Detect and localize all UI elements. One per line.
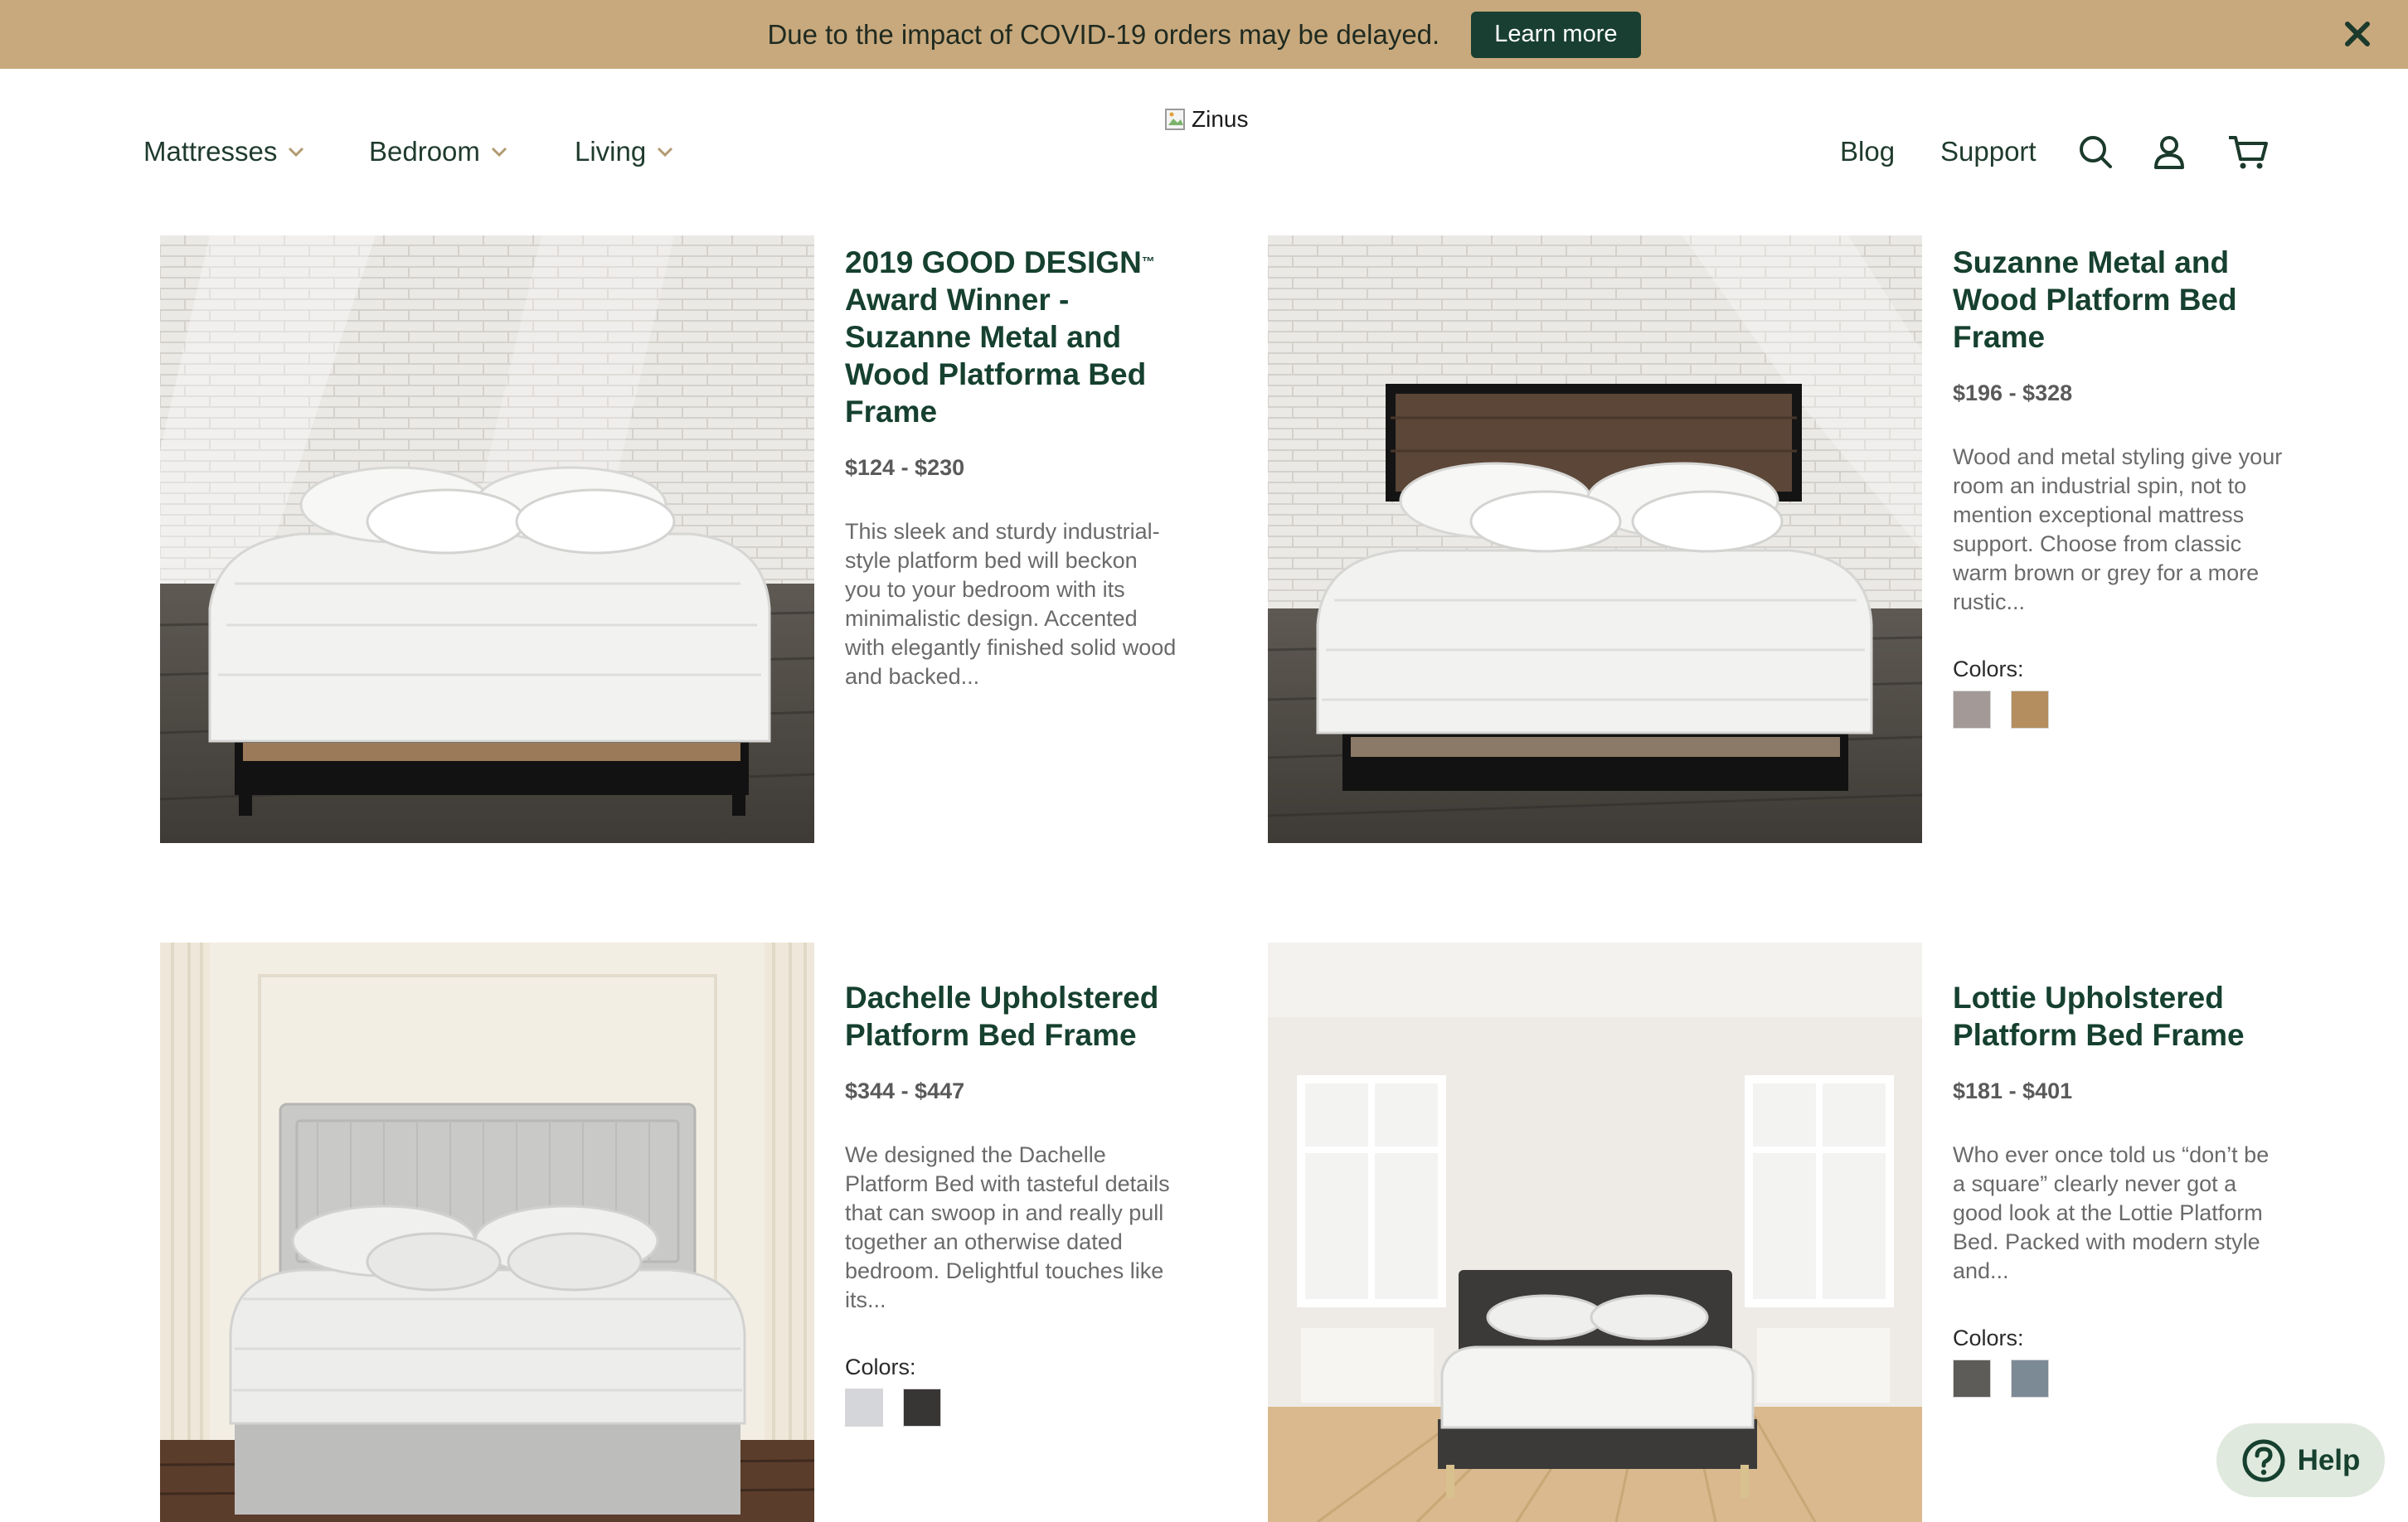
product-description: This sleek and sturdy industrial-style p… [845,519,1177,689]
colors-label: Colors: [1953,657,2024,681]
product-info: Suzanne Metal and Wood Platform Bed Fram… [1953,244,2284,729]
close-icon[interactable] [2340,17,2375,51]
color-swatches [845,1389,1177,1427]
colors-label: Colors: [1953,1326,2024,1350]
product-price: $124 - $230 [845,455,965,480]
broken-image-icon [1165,109,1185,130]
product-price: $196 - $328 [1953,380,2073,405]
chevron-down-icon [289,147,304,158]
product-title[interactable]: 2019 GOOD DESIGN™ Award Winner - Suzanne… [845,244,1177,430]
product-description: We designed the Dachelle Platform Bed wi… [845,1142,1170,1312]
product-title-rest: Award Winner - Suzanne Metal and Wood Pl… [845,283,1147,429]
product-image[interactable] [160,235,814,843]
support-link[interactable]: Support [1940,131,2037,172]
logo-alt-text: Zinus [1192,106,1249,132]
chevron-down-icon [658,147,673,158]
search-icon[interactable] [2076,133,2114,171]
announcement-message: Due to the impact of COVID-19 orders may… [767,18,1440,50]
trademark-mark: ™ [1141,255,1155,269]
chevron-down-icon [491,147,507,158]
help-button[interactable]: Help [2216,1423,2385,1497]
announcement-bar: Due to the impact of COVID-19 orders may… [0,0,2408,69]
site-header: Mattresses Bedroom Living Zinus Blog Sup… [0,69,2408,210]
color-swatch-dark-grey[interactable] [903,1389,941,1427]
product-image[interactable] [160,943,814,1522]
color-swatch-brown[interactable] [2011,691,2049,729]
product-title-lead: 2019 GOOD DESIGN [845,245,1142,279]
color-swatches [1953,1360,2284,1398]
product-title[interactable]: Dachelle Upholstered Platform Bed Frame [845,979,1177,1054]
product-image[interactable] [1268,943,1922,1522]
account-icon[interactable] [2150,133,2188,171]
nav-bedroom-label: Bedroom [369,136,480,167]
colors-label: Colors: [845,1355,916,1379]
cart-icon[interactable] [2227,133,2269,171]
product-info: Lottie Upholstered Platform Bed Frame $1… [1953,979,2284,1398]
nav-mattresses[interactable]: Mattresses [143,131,305,172]
blog-link[interactable]: Blog [1840,131,1895,172]
nav-living-label: Living [575,136,647,167]
product-price: $344 - $447 [845,1078,965,1103]
nav-living[interactable]: Living [575,131,674,172]
nav-mattresses-label: Mattresses [143,136,278,167]
product-price: $181 - $401 [1953,1078,2073,1103]
product-image[interactable] [1268,235,1922,843]
nav-bedroom[interactable]: Bedroom [369,131,508,172]
color-swatch-light-grey[interactable] [845,1389,883,1427]
help-label: Help [2297,1443,2361,1476]
color-swatch-blue-grey[interactable] [2011,1360,2049,1398]
zinus-logo[interactable]: Zinus [1163,102,1248,137]
color-swatch-charcoal[interactable] [1953,1360,1991,1398]
product-info: Dachelle Upholstered Platform Bed Frame … [845,979,1177,1427]
product-title[interactable]: Suzanne Metal and Wood Platform Bed Fram… [1953,244,2284,356]
color-swatches [1953,691,2284,729]
product-description: Wood and metal styling give your room an… [1953,444,2283,614]
product-title[interactable]: Lottie Upholstered Platform Bed Frame [1953,979,2284,1054]
learn-more-button[interactable]: Learn more [1471,11,1641,58]
help-icon [2242,1439,2285,1481]
product-info: 2019 GOOD DESIGN™ Award Winner - Suzanne… [845,244,1177,691]
color-swatch-grey[interactable] [1953,691,1991,729]
product-description: Who ever once told us “don’t be a square… [1953,1142,2270,1283]
